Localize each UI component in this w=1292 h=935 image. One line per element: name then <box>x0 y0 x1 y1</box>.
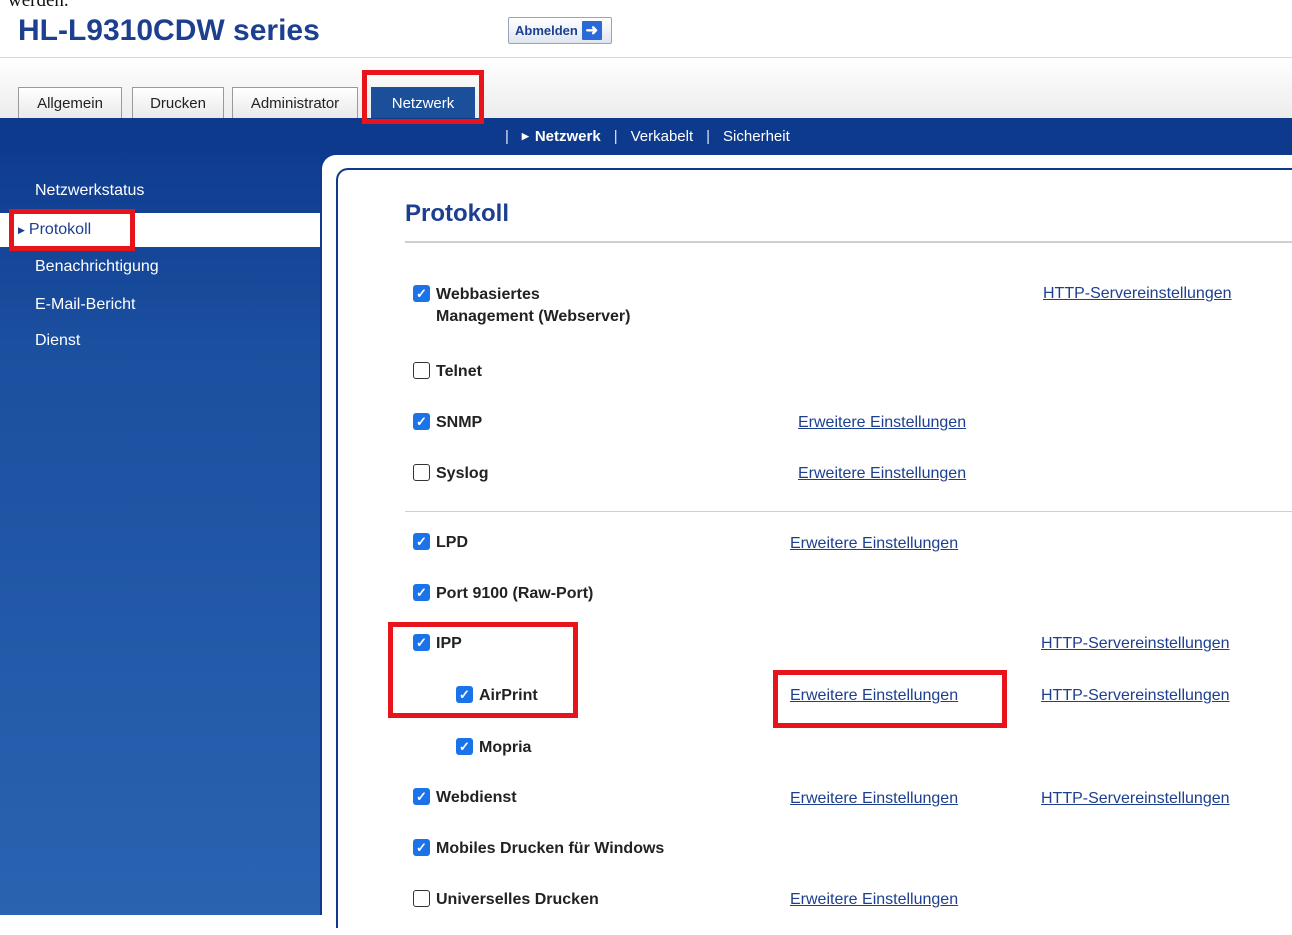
printer-model-title: HL-L9310CDW series <box>18 14 320 47</box>
link-http-server-webserver[interactable]: HTTP-Servereinstellungen <box>1043 285 1232 303</box>
header: HL-L9310CDW series Abmelden ➜ <box>0 0 1292 60</box>
arrow-right-icon: ➜ <box>581 21 602 40</box>
link-advanced-snmp[interactable]: Erweitere Einstellungen <box>798 414 966 432</box>
triangle-right-icon: ▶ <box>521 131 529 142</box>
checkbox-telnet[interactable] <box>413 362 430 379</box>
page-title: Protokoll <box>405 200 510 227</box>
protocol-row-lpd: ✓ LPD <box>413 532 468 554</box>
highlight-sidebar-protokoll <box>9 209 135 251</box>
logout-label: Abmelden <box>515 23 578 38</box>
checkbox-lpd[interactable]: ✓ <box>413 533 430 550</box>
group-divider <box>405 511 1292 512</box>
link-advanced-universelles-drucken[interactable]: Erweitere Einstellungen <box>790 891 958 909</box>
checkbox-syslog[interactable] <box>413 464 430 481</box>
tab-drucken[interactable]: Drucken <box>132 87 224 118</box>
subnav-verkabelt[interactable]: Verkabelt <box>631 128 694 145</box>
checkbox-mobiles-drucken[interactable]: ✓ <box>413 839 430 856</box>
link-http-server-airprint[interactable]: HTTP-Servereinstellungen <box>1041 687 1230 705</box>
title-divider <box>405 241 1292 243</box>
subnav-netzwerk[interactable]: ▶ Netzwerk <box>522 128 601 145</box>
link-advanced-webdienst[interactable]: Erweitere Einstellungen <box>790 790 958 808</box>
checkbox-port9100[interactable]: ✓ <box>413 584 430 601</box>
protocol-row-mopria: ✓ Mopria <box>456 737 531 759</box>
sidebar-item-benachrichtigung[interactable]: Benachrichtigung <box>0 250 320 284</box>
checkbox-mopria[interactable]: ✓ <box>456 738 473 755</box>
link-advanced-syslog[interactable]: Erweitere Einstellungen <box>798 465 966 483</box>
checkbox-universelles-drucken[interactable] <box>413 890 430 907</box>
subnav-sicherheit[interactable]: Sicherheit <box>723 128 790 145</box>
highlight-ipp-airprint <box>388 622 578 718</box>
sidebar-item-dienst[interactable]: Dienst <box>0 324 320 358</box>
tab-allgemein[interactable]: Allgemein <box>18 87 122 118</box>
protocol-row-snmp: ✓ SNMP <box>413 412 482 434</box>
checkbox-webserver[interactable]: ✓ <box>413 285 430 302</box>
protocol-row-syslog: Syslog <box>413 463 488 485</box>
checkbox-webdienst[interactable]: ✓ <box>413 788 430 805</box>
sidebar-item-netzwerkstatus[interactable]: Netzwerkstatus <box>0 174 320 208</box>
tab-administrator[interactable]: Administrator <box>232 87 358 118</box>
link-http-server-ipp[interactable]: HTTP-Servereinstellungen <box>1041 635 1230 653</box>
protocol-row-telnet: Telnet <box>413 361 482 383</box>
checkbox-snmp[interactable]: ✓ <box>413 413 430 430</box>
sidebar-item-email-bericht[interactable]: E-Mail-Bericht <box>0 288 320 322</box>
protocol-row-port9100: ✓ Port 9100 (Raw-Port) <box>413 583 593 605</box>
protocol-row-webdienst: ✓ Webdienst <box>413 787 517 809</box>
protocol-row-mobiles-drucken: ✓ Mobiles Drucken für Windows <box>413 838 664 860</box>
highlight-airprint-advanced <box>773 670 1007 728</box>
link-advanced-lpd[interactable]: Erweitere Einstellungen <box>790 535 958 553</box>
link-http-server-webdienst[interactable]: HTTP-Servereinstellungen <box>1041 790 1230 808</box>
protocol-row-webserver: ✓ Webbasiertes Management (Webserver) <box>413 284 630 328</box>
protocol-row-universelles-drucken: Universelles Drucken <box>413 889 599 911</box>
logout-button[interactable]: Abmelden ➜ <box>508 17 612 44</box>
sub-navigation: | ▶ Netzwerk | Verkabelt | Sicherheit <box>505 127 790 145</box>
highlight-tab-netzwerk <box>362 70 484 124</box>
